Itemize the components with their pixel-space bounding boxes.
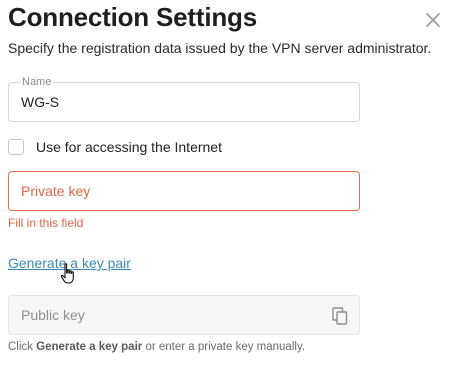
internet-access-checkbox[interactable] [8, 139, 24, 155]
helper-text: Click Generate a key pair or enter a pri… [8, 341, 305, 353]
hand-pointer-cursor-icon [60, 263, 74, 284]
helper-text-suffix: or enter a private key manually. [142, 341, 306, 353]
private-key-field[interactable]: Private key [8, 171, 360, 211]
helper-text-prefix: Click [8, 341, 37, 353]
close-icon[interactable] [424, 11, 442, 29]
page-title: Connection Settings [8, 2, 257, 32]
internet-access-label[interactable]: Use for accessing the Internet [36, 139, 222, 155]
public-key-placeholder: Public key [21, 307, 85, 323]
copy-icon[interactable] [332, 307, 348, 325]
name-field-label: Name [20, 76, 54, 88]
public-key-field: Public key [8, 295, 360, 335]
dialog-subtitle: Specify the registration data issued by … [8, 40, 432, 56]
internet-access-option[interactable]: Use for accessing the Internet [8, 138, 222, 156]
name-field[interactable]: Name WG-S [8, 76, 360, 122]
name-field-value[interactable]: WG-S [21, 94, 59, 110]
private-key-error: Fill in this field [8, 216, 84, 230]
private-key-placeholder: Private key [21, 183, 91, 199]
helper-text-action: Generate a key pair [36, 341, 143, 353]
